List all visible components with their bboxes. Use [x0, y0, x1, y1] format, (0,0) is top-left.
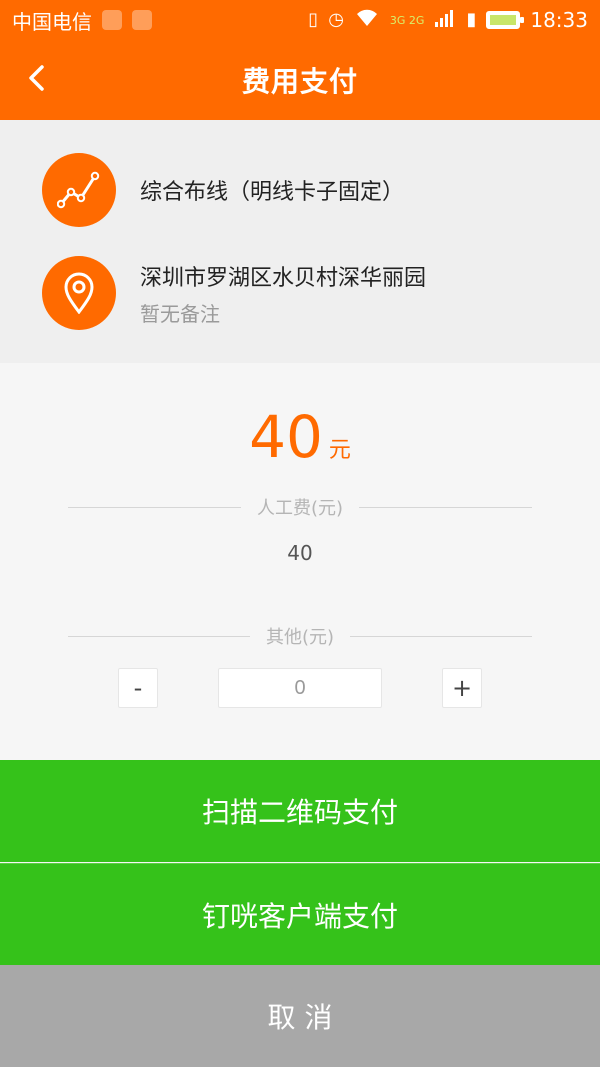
- divider-line: [68, 506, 241, 508]
- cancel-button[interactable]: 取 消: [0, 965, 600, 1067]
- service-row: 综合布线（明线卡子固定）: [42, 153, 572, 227]
- wifi-icon: [354, 8, 380, 33]
- signal-icon: [434, 8, 456, 33]
- amount-section: 40元 人工费(元) 40 其他(元) - +: [0, 363, 600, 760]
- back-button[interactable]: [14, 58, 58, 102]
- total-amount: 40 元: [0, 403, 600, 471]
- location-icon: [102, 10, 122, 30]
- address-row: 深圳市罗湖区水贝村深华丽园 暂无备注: [42, 256, 572, 330]
- status-bar: 中国电信 ▯ ◷ 3G 2G ▮ 18:33: [0, 0, 600, 40]
- divider-line: [68, 635, 250, 637]
- service-text: 综合布线（明线卡子固定）: [140, 174, 404, 206]
- status-right: ▯ ◷ 3G 2G ▮ 18:33: [308, 8, 588, 33]
- labor-label: 人工费(元): [256, 498, 344, 519]
- scan-qr-pay-button[interactable]: 扫描二维码支付: [0, 760, 600, 862]
- other-amount-input[interactable]: [218, 668, 382, 708]
- app-header: 费用支付: [0, 40, 600, 120]
- address-note: 暂无备注: [140, 301, 220, 326]
- chevron-left-icon: [27, 64, 45, 96]
- address-text: 深圳市罗湖区水贝村深华丽园 暂无备注: [140, 260, 426, 327]
- carrier-label: 中国电信: [12, 9, 92, 34]
- amount-value: 40: [249, 403, 323, 471]
- divider-line: [350, 635, 533, 637]
- decrease-button[interactable]: -: [118, 668, 158, 708]
- map-pin-icon: [42, 256, 116, 330]
- vibrate-icon: ▯: [308, 9, 319, 30]
- battery-icon: [486, 11, 525, 29]
- labor-divider: 人工费(元): [68, 493, 533, 521]
- android-icon: [132, 10, 152, 30]
- alarm-icon: ◷: [328, 9, 344, 30]
- address-line: 深圳市罗湖区水贝村深华丽园: [140, 265, 427, 291]
- labor-value: 40: [287, 541, 313, 565]
- line-chart-icon: [42, 153, 116, 227]
- other-label: 其他(元): [265, 627, 335, 648]
- service-name: 综合布线（明线卡子固定）: [140, 180, 405, 205]
- client-pay-button[interactable]: 钉咣客户端支付: [0, 863, 600, 965]
- increase-button[interactable]: +: [442, 668, 482, 708]
- network-type: 3G 2G: [389, 13, 425, 27]
- sim-icon: ▮: [466, 9, 477, 30]
- divider-line: [359, 506, 533, 508]
- status-left: 中国电信: [12, 6, 152, 35]
- other-divider: 其他(元): [68, 622, 533, 650]
- page-title: 费用支付: [241, 65, 358, 98]
- amount-unit: 元: [328, 438, 351, 463]
- status-time: 18:33: [530, 8, 588, 32]
- order-info: 综合布线（明线卡子固定） 深圳市罗湖区水贝村深华丽园 暂无备注: [0, 120, 600, 363]
